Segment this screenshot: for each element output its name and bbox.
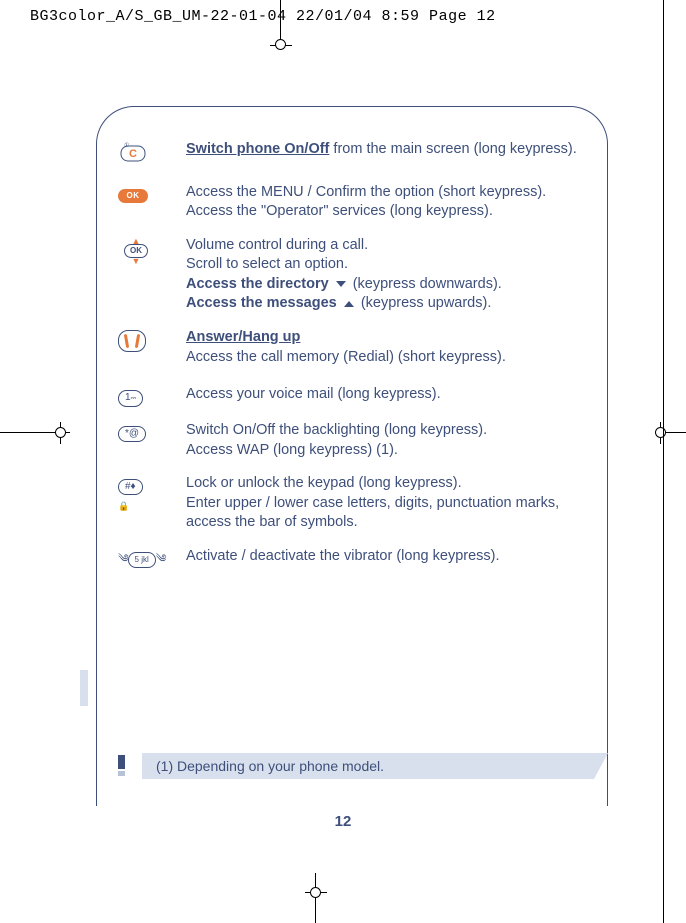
page-number: 12 (0, 813, 686, 830)
instruction-text: Switch phone On/Off from the main screen… (186, 140, 588, 169)
instruction-row: ▲ OK ▼ Volume control during a call. Scr… (118, 236, 588, 314)
heading: Switch phone On/Off (186, 141, 329, 157)
thumb-tab (80, 670, 88, 706)
instruction-row: OK Access the MENU / Confirm the option … (118, 183, 588, 222)
vibrate-icon: ༄ (156, 553, 166, 565)
ok-scroll-icon: ▲ OK ▼ (118, 236, 186, 314)
crop-mark (275, 39, 286, 50)
instruction-row: 1⎓ Access your voice mail (long keypress… (118, 385, 588, 407)
crop-mark (315, 873, 316, 923)
footnote-text: (1) Depending on your phone model. (156, 758, 384, 774)
footnote-bg: (1) Depending on your phone model. (142, 753, 608, 779)
ok-filled-icon: OK (118, 183, 186, 222)
trim-edge (663, 0, 664, 923)
svg-text:C: C (129, 148, 137, 160)
heading: Answer/Hang up (186, 329, 300, 345)
instruction-text: Activate / deactivate the vibrator (long… (186, 547, 588, 569)
c-key-icon: C① (118, 140, 186, 169)
crop-mark (655, 427, 666, 438)
crop-mark (310, 887, 321, 898)
instruction-row: #♦ 🔒 Lock or unlock the keypad (long key… (118, 474, 588, 533)
key-hash-icon: #♦ 🔒 (118, 474, 186, 533)
instruction-row: *@ Switch On/Off the backlighting (long … (118, 421, 588, 460)
exclamation-icon (116, 755, 126, 776)
key-star-icon: *@ (118, 421, 186, 460)
triangle-up-icon (344, 301, 354, 307)
print-header-info: BG3color_A/S_GB_UM-22-01-04 22/01/04 8:5… (30, 8, 496, 25)
instruction-row: C① Switch phone On/Off from the main scr… (118, 140, 588, 169)
instruction-row: ༄5 jkl༄ Activate / deactivate the vibrat… (118, 547, 588, 569)
triangle-down-icon (336, 281, 346, 287)
instruction-row: Answer/Hang up Access the call memory (R… (118, 328, 588, 367)
instruction-text: Access your voice mail (long keypress). (186, 385, 588, 407)
instruction-text: Volume control during a call. Scroll to … (186, 236, 588, 314)
instruction-text: Answer/Hang up Access the call memory (R… (186, 328, 588, 367)
vibrate-icon: ༄ (118, 553, 128, 565)
instruction-text: Lock or unlock the keypad (long keypress… (186, 474, 588, 533)
key-1-icon: 1⎓ (118, 385, 186, 407)
crop-mark (55, 427, 66, 438)
instruction-text: Switch On/Off the backlighting (long key… (186, 421, 588, 460)
answer-icon (118, 328, 186, 367)
svg-text:①: ① (124, 142, 129, 149)
content-body: C① Switch phone On/Off from the main scr… (118, 140, 588, 582)
key-5-vib-icon: ༄5 jkl༄ (118, 547, 186, 569)
instruction-text: Access the MENU / Confirm the option (sh… (186, 183, 588, 222)
footnote: (1) Depending on your phone model. (96, 753, 608, 781)
lock-icon: 🔒 (118, 501, 129, 511)
